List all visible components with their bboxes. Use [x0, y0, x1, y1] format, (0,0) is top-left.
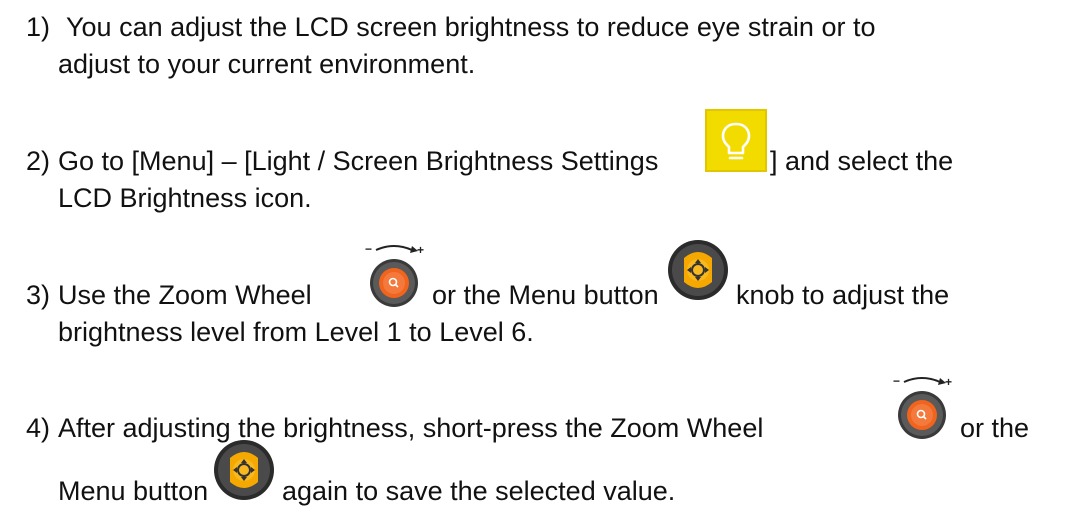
svg-text:+: + — [945, 375, 952, 389]
step-2-text-after-icon: ] and select the — [770, 146, 954, 176]
step-2-number: 2) — [26, 146, 51, 176]
step-4-number: 4) — [26, 413, 51, 443]
step-2-text-line-2: LCD Brightness icon. — [58, 183, 312, 213]
step-1-text-line-1: You can adjust the LCD screen brightness… — [66, 12, 876, 42]
step-3-number: 3) — [26, 280, 51, 310]
document-page: 1) You can adjust the LCD screen brightn… — [0, 0, 1074, 521]
menu-button-icon — [212, 438, 276, 502]
step-4-text-part-1: After adjusting the brightness, short-pr… — [58, 413, 764, 443]
step-3-text-part-3: knob to adjust the — [736, 280, 950, 310]
step-3-text-part-1: Use the Zoom Wheel — [58, 280, 312, 310]
step-1-number: 1) — [26, 12, 51, 42]
menu-button-icon — [666, 238, 730, 302]
zoom-wheel-icon: − + — [890, 375, 954, 441]
step-4-text-part-3: Menu button — [58, 476, 209, 506]
step-3-text-part-2: or the Menu button — [432, 280, 659, 310]
step-1-text-line-2: adjust to your current environment. — [58, 49, 476, 79]
svg-text:+: + — [417, 243, 424, 257]
step-4-text-part-4: again to save the selected value. — [282, 476, 676, 506]
step-3-text-line-2: brightness level from Level 1 to Level 6… — [58, 317, 534, 347]
svg-text:−: − — [893, 375, 900, 388]
step-4-text-part-2: or the — [960, 413, 1030, 443]
step-2-text-before-icon: Go to [Menu] – [Light / Screen Brightnes… — [58, 146, 659, 176]
svg-text:−: − — [365, 243, 372, 256]
zoom-wheel-icon: − + — [362, 243, 426, 309]
lightbulb-icon — [705, 109, 767, 172]
